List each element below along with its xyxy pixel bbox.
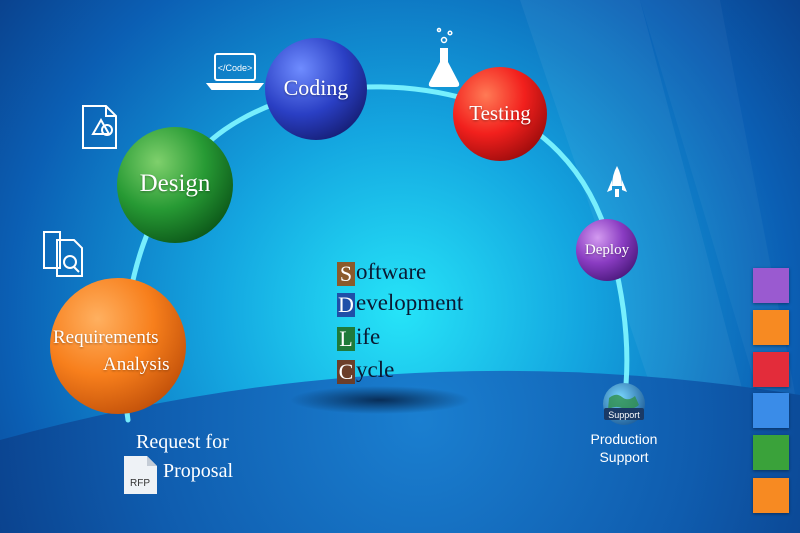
swatch-green [753, 435, 789, 470]
design-label: Design [139, 170, 211, 197]
acronym-rest: ycle [356, 357, 395, 382]
swatch-blue [753, 393, 789, 428]
acronym-letter-s: S [337, 262, 355, 286]
acronym-letter-l: L [337, 327, 355, 351]
swatch-orange [753, 310, 789, 345]
acronym-letter-d: D [337, 292, 355, 317]
laptop-code-label: </Code> [218, 63, 253, 73]
acronym-rest: oftware [356, 259, 427, 284]
coding-label: Coding [283, 75, 349, 100]
acronym-cycle: Cycle [337, 354, 394, 385]
requirements-label-line2: Analysis [103, 354, 170, 375]
ground-shadow [290, 386, 470, 414]
acronym-rest: evelopment [356, 290, 464, 315]
swatch-orange-2 [753, 478, 789, 513]
acronym-development: Development [337, 287, 463, 318]
acronym-letter-c: C [337, 359, 355, 384]
acronym-life: Life [337, 321, 380, 352]
production-support-line1: Production [590, 431, 658, 447]
testing-label: Testing [469, 101, 531, 125]
rfp-doc-label: RFP [130, 478, 150, 489]
deploy-label: Deploy [584, 242, 630, 258]
request-label-line1: Request for [136, 431, 229, 453]
production-support-line2: Support [599, 449, 649, 465]
swatch-purple [753, 268, 789, 303]
acronym-software: Software [337, 256, 426, 287]
requirements-label-line1: Requirements [53, 327, 159, 348]
support-globe-label: Support [608, 410, 640, 420]
request-label-line2: Proposal [163, 460, 233, 482]
acronym-rest: ife [356, 324, 381, 349]
swatch-red [753, 352, 789, 387]
production-support-label: Production Support [566, 430, 682, 466]
